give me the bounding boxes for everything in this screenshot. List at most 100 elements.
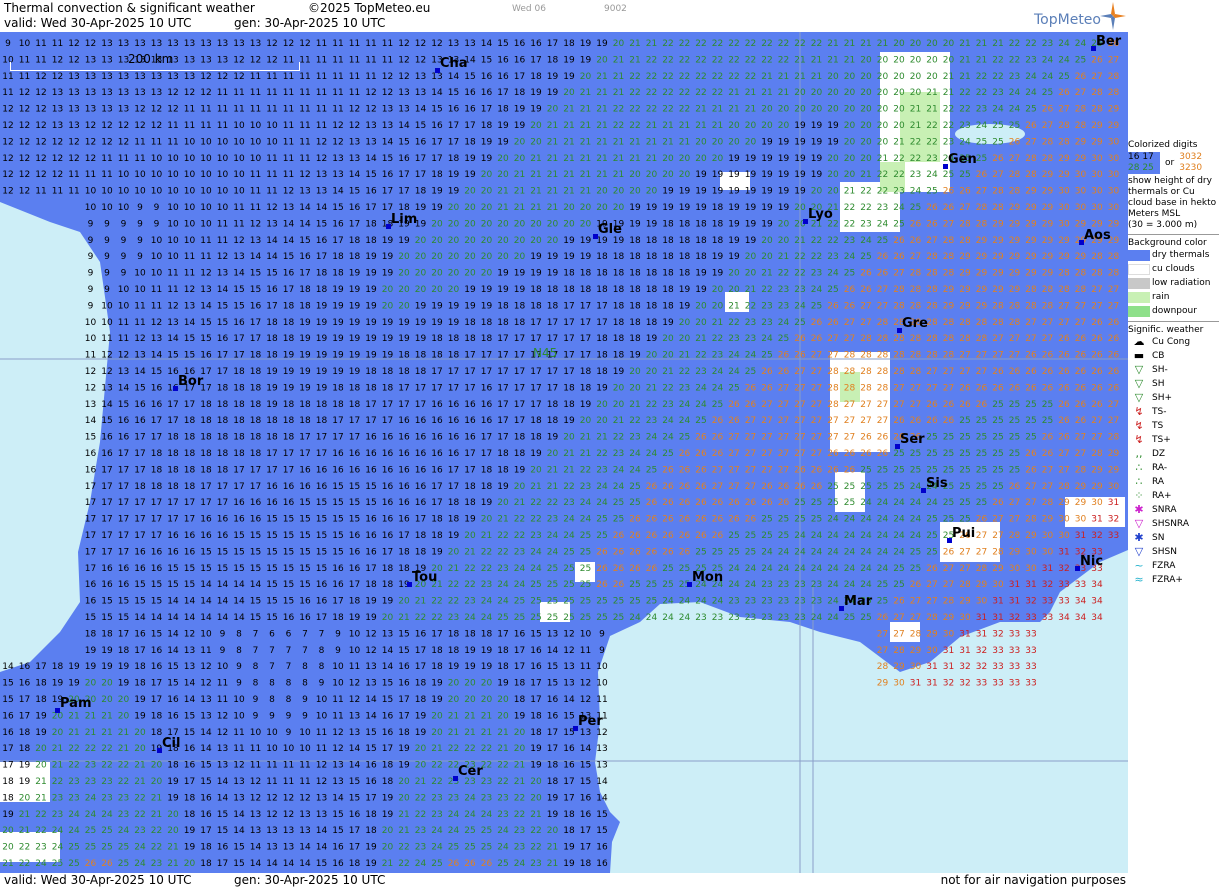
- grid-value: 11: [349, 72, 360, 82]
- grid-value: 20: [860, 154, 872, 164]
- grid-value: 25: [530, 580, 541, 590]
- grid-value: 24: [695, 400, 707, 410]
- grid-value: 24: [827, 269, 839, 279]
- grid-value: 27: [1108, 301, 1119, 311]
- grid-value: 14: [448, 72, 460, 82]
- grid-value: 10: [167, 203, 179, 213]
- grid-value: 16: [151, 383, 163, 393]
- grid-value: 14: [233, 269, 245, 279]
- grid-value: 20: [464, 269, 476, 279]
- grid-value: 12: [35, 88, 46, 98]
- grid-value: 19: [745, 170, 757, 180]
- grid-value: 27: [745, 416, 756, 426]
- grid-value: 20: [728, 285, 740, 295]
- grid-value: 23: [530, 859, 541, 869]
- run-code: Wed 06: [512, 4, 546, 14]
- grid-value: 25: [596, 613, 607, 623]
- grid-value: 18: [2, 793, 14, 803]
- grid-value: 26: [1058, 416, 1070, 426]
- grid-value: 18: [481, 318, 493, 328]
- grid-value: 19: [662, 203, 674, 213]
- grid-value: 19: [464, 154, 476, 164]
- grid-value: 10: [217, 170, 229, 180]
- grid-value: 30: [1042, 547, 1054, 557]
- grid-value: 11: [217, 121, 228, 131]
- grid-value: 25: [580, 531, 591, 541]
- grid-value: 28: [1042, 301, 1054, 311]
- grid-value: 13: [151, 334, 162, 344]
- grid-value: 15: [167, 679, 178, 689]
- grid-value: 16: [233, 515, 245, 525]
- grid-value: 27: [761, 465, 772, 475]
- grid-value: 16: [134, 416, 146, 426]
- grid-value: 26: [1108, 334, 1120, 344]
- grid-value: 9: [5, 39, 11, 49]
- grid-value: 18: [398, 351, 410, 361]
- grid-value: 17: [266, 449, 277, 459]
- grid-value: 18: [332, 252, 344, 262]
- grid-value: 19: [811, 154, 823, 164]
- grid-value: 16: [481, 88, 493, 98]
- grid-value: 6: [286, 629, 292, 639]
- grid-value: 19: [728, 236, 740, 246]
- grid-value: 27: [893, 269, 904, 279]
- grid-value: 29: [1009, 236, 1021, 246]
- grid-value: 20: [827, 105, 839, 115]
- grid-value: 18: [613, 334, 625, 344]
- grid-value: 11: [68, 170, 79, 180]
- grid-value: 19: [613, 367, 625, 377]
- grid-value: 24: [662, 613, 674, 623]
- grid-value: 15: [547, 662, 558, 672]
- grid-value: 18: [283, 400, 295, 410]
- grid-value: 29: [1009, 285, 1021, 295]
- grid-value: 17: [580, 826, 591, 836]
- grid-value: 26: [745, 383, 757, 393]
- grid-value: 19: [118, 662, 130, 672]
- grid-value: 15: [266, 269, 277, 279]
- grid-value: 15: [266, 547, 277, 557]
- grid-value: 18: [646, 318, 658, 328]
- grid-value: 26: [976, 515, 988, 525]
- grid-value: 13: [250, 236, 261, 246]
- grid-value: 15: [299, 564, 310, 574]
- grid-value: 28: [976, 318, 988, 328]
- grid-value: 25: [910, 564, 921, 574]
- grid-value: 11: [151, 285, 162, 295]
- grid-value: 26: [1075, 351, 1087, 361]
- grid-value: 17: [200, 498, 211, 508]
- grid-value: 20: [844, 105, 856, 115]
- grid-value: 15: [151, 367, 162, 377]
- grid-value: 18: [481, 121, 493, 131]
- grid-value: 29: [1108, 121, 1120, 131]
- grid-value: 16: [332, 859, 344, 869]
- grid-value: 14: [217, 597, 229, 607]
- grid-value: 10: [200, 187, 212, 197]
- sigwx-item: ∴ RA: [1128, 475, 1219, 489]
- grid-value: 21: [563, 137, 574, 147]
- grid-value: 10: [85, 318, 97, 328]
- grid-value: 20: [530, 236, 542, 246]
- grid-value: 21: [167, 843, 178, 853]
- grid-value: 19: [481, 498, 493, 508]
- grid-value: 19: [448, 531, 460, 541]
- grid-value: 19: [547, 72, 559, 82]
- grid-value: 17: [184, 498, 195, 508]
- grid-value: 25: [976, 482, 987, 492]
- grid-value: 25: [959, 449, 970, 459]
- grid-value: 20: [893, 121, 905, 131]
- grid-value: 22: [448, 744, 459, 754]
- grid-value: 21: [761, 88, 772, 98]
- grid-value: 22: [629, 72, 640, 82]
- grid-value: 17: [349, 580, 360, 590]
- grid-value: 18: [563, 810, 575, 820]
- legend-colorized-title: Colorized digits: [1128, 140, 1219, 150]
- city-label: Gen: [948, 152, 977, 167]
- grid-value: 20: [514, 252, 526, 262]
- grid-value: 30: [1058, 219, 1070, 229]
- grid-value: 27: [1075, 318, 1086, 328]
- grid-value: 18: [613, 351, 625, 361]
- grid-value: 28: [877, 351, 889, 361]
- grid-value: 26: [860, 269, 872, 279]
- grid-value: 25: [745, 547, 756, 557]
- weather-map[interactable]: 9 10 11 11 12 12 13 13 13 13 13 13 13 13 13 13 12 12 12 11 1…: [0, 32, 1128, 873]
